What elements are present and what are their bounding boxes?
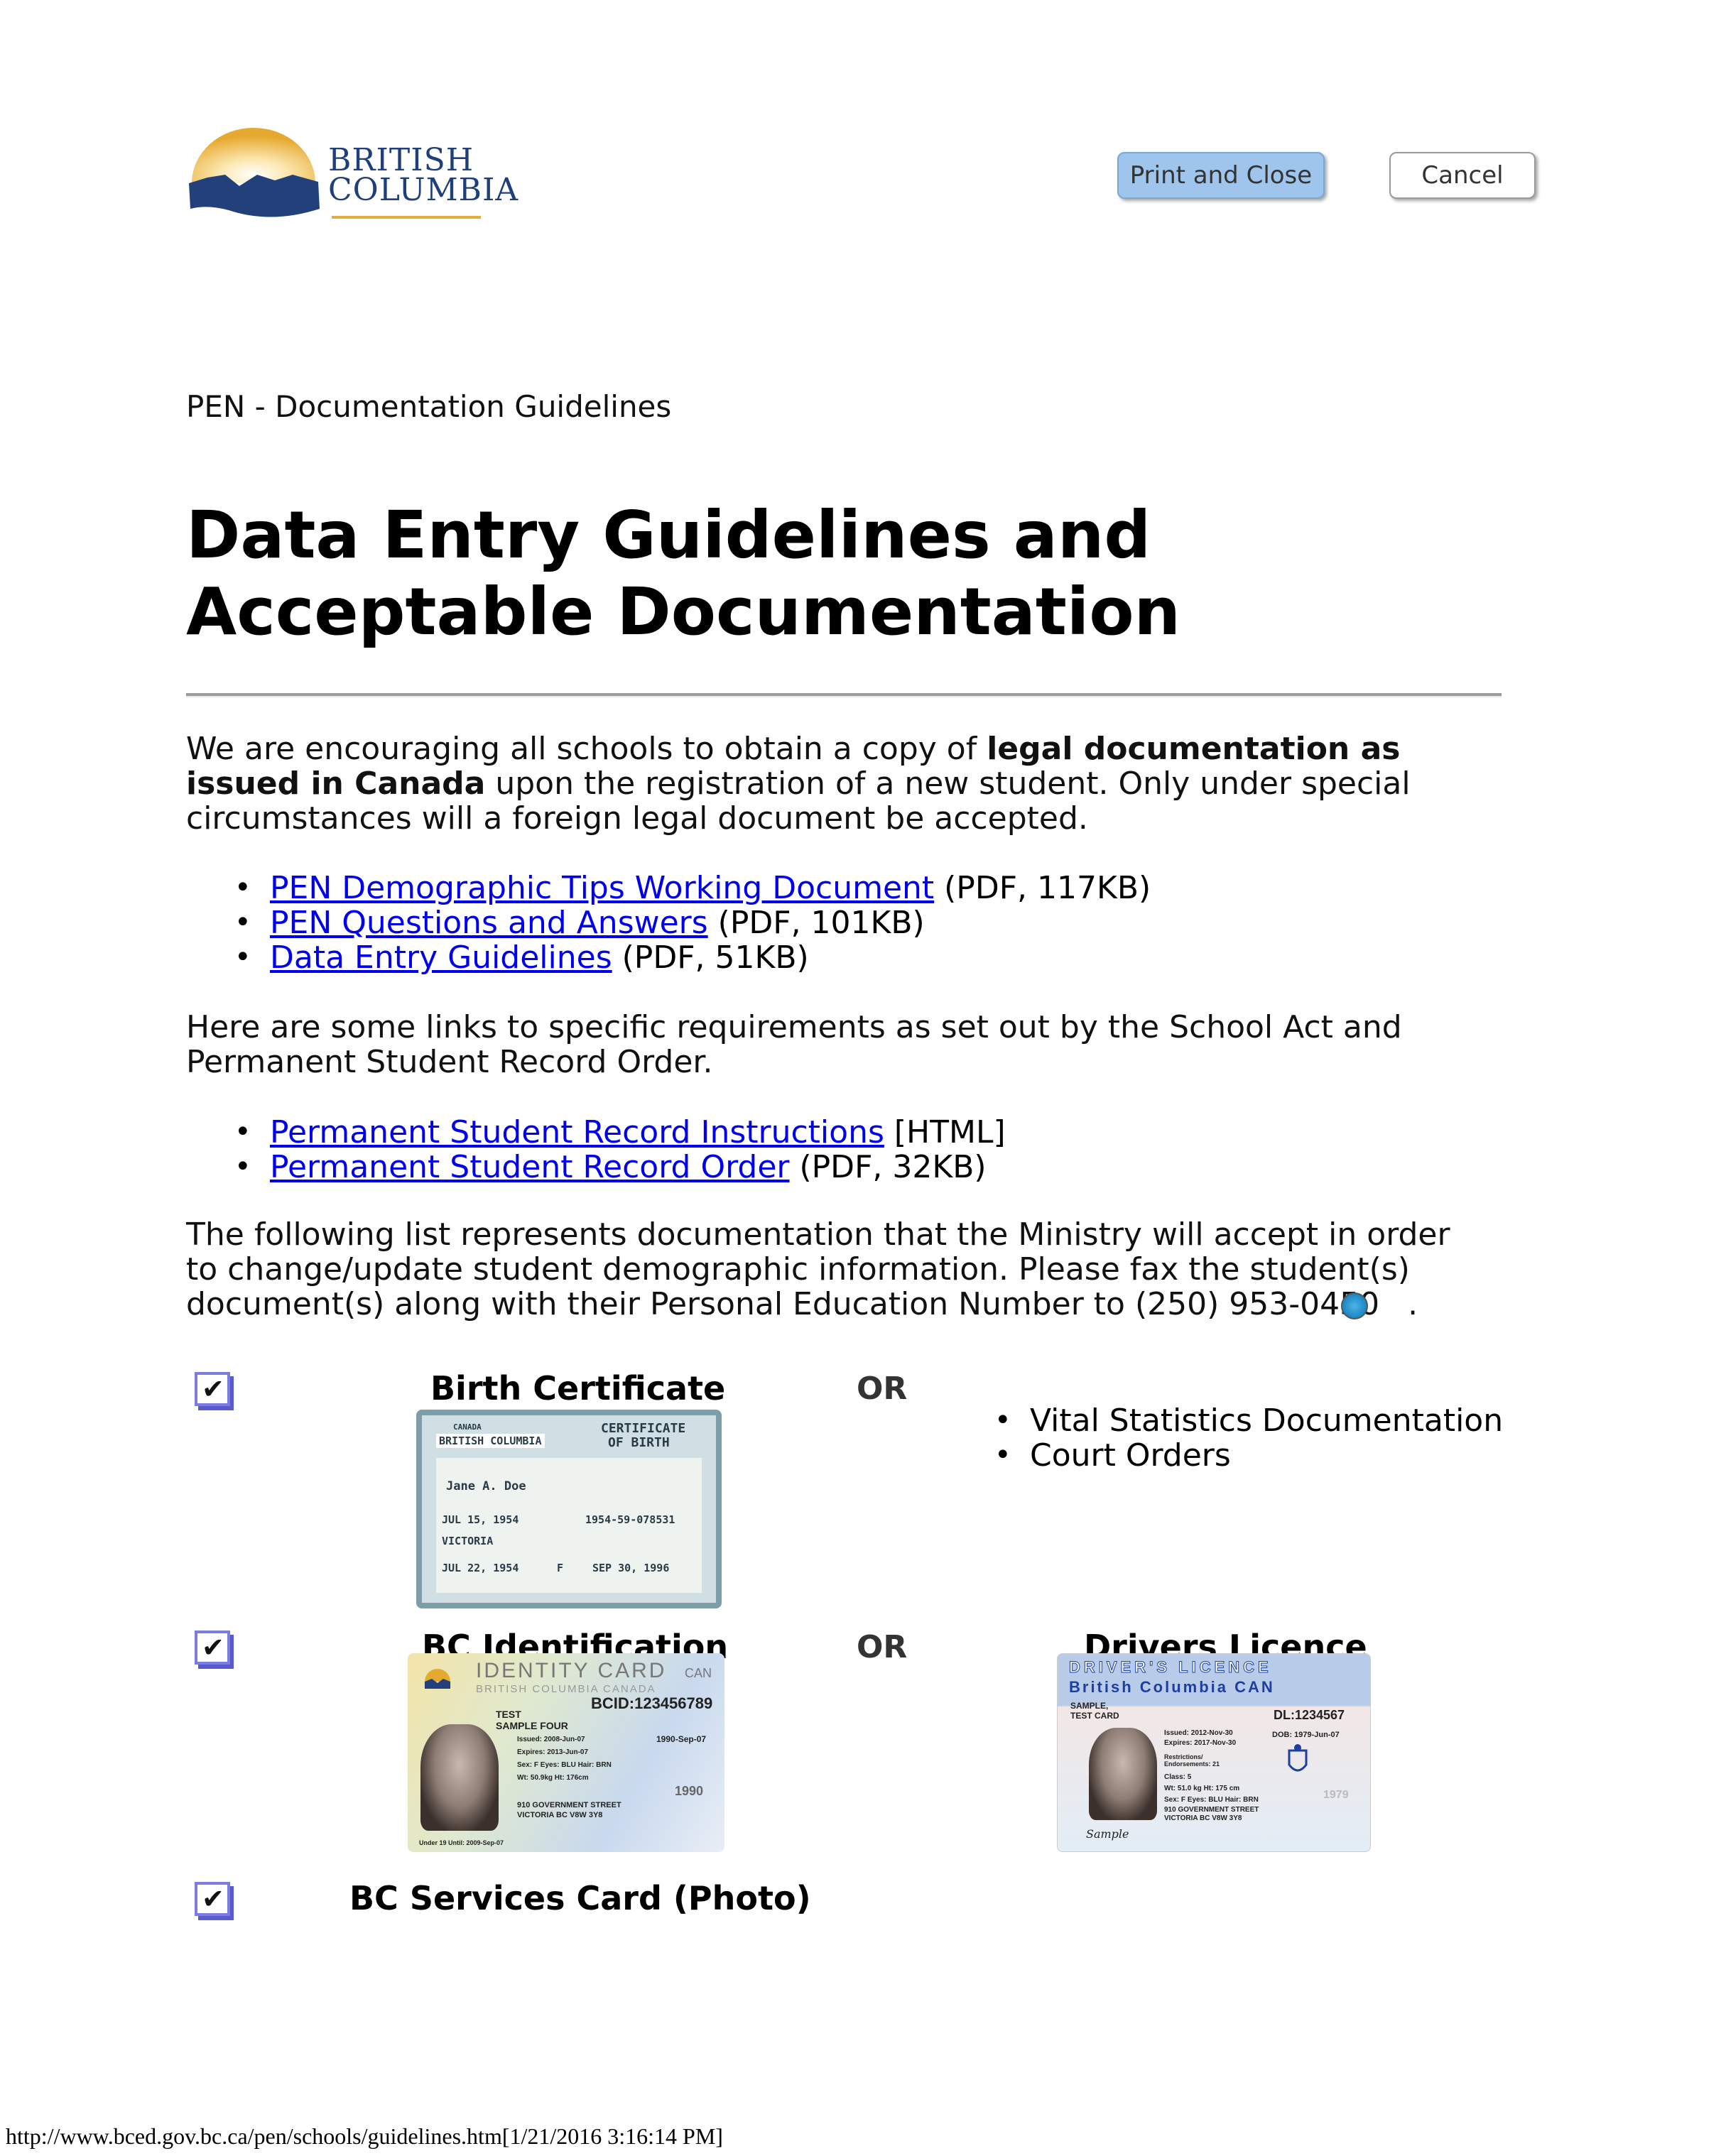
- list-item: Permanent Student Record Instructions [H…: [234, 1115, 1006, 1150]
- card-text: VICTORIA BC V8W 3Y8: [1164, 1814, 1242, 1822]
- data-entry-guidelines-link[interactable]: Data Entry Guidelines: [270, 940, 612, 976]
- pen-questions-answers-link[interactable]: PEN Questions and Answers: [270, 905, 708, 941]
- file-meta: (PDF, 117KB): [934, 870, 1151, 906]
- card-text: Restrictions/ Endorsements: 21: [1164, 1753, 1220, 1768]
- list-item: Court Orders: [994, 1438, 1503, 1473]
- card-text: DL:1234567: [1274, 1708, 1345, 1722]
- or-label: OR: [857, 1629, 908, 1665]
- cardholder-photo: [1089, 1728, 1157, 1820]
- horizontal-divider: [186, 693, 1502, 697]
- card-text: TEST CARD: [1070, 1711, 1119, 1721]
- birth-certificate-label: Birth Certificate: [430, 1369, 726, 1408]
- sunrise-mountain-icon: [189, 128, 320, 217]
- cardholder-photo: [420, 1724, 499, 1831]
- page-title: Data Entry Guidelines and Acceptable Doc…: [186, 497, 1181, 650]
- cert-text: CERTIFICATE: [601, 1421, 686, 1436]
- checkmark-icon: ✔: [202, 1632, 224, 1663]
- card-text: Under 19 Until: 2009-Sep-07: [419, 1839, 504, 1846]
- cert-text: BRITISH COLUMBIA: [436, 1434, 545, 1448]
- cert-text: VICTORIA: [442, 1535, 494, 1547]
- psr-order-link[interactable]: Permanent Student Record Order: [270, 1149, 790, 1185]
- fax-text: The following list represents documentat…: [186, 1216, 1450, 1322]
- card-text: 1990-Sep-07: [656, 1734, 707, 1744]
- cert-text: OF BIRTH: [608, 1435, 670, 1450]
- bc-services-card-label: BC Services Card (Photo): [349, 1879, 811, 1917]
- print-and-close-button[interactable]: Print and Close: [1117, 152, 1325, 199]
- bc-id-card-image: IDENTITY CARD CAN BRITISH COLUMBIA CANAD…: [408, 1653, 724, 1852]
- fax-text-end: .: [1408, 1286, 1418, 1322]
- cert-text: SEP 30, 1996: [592, 1562, 670, 1574]
- page-footer-url: http://www.bced.gov.bc.ca/pen/schools/gu…: [6, 2123, 723, 2149]
- card-text: Expires: 2017-Nov-30: [1164, 1739, 1237, 1747]
- intro-paragraph: We are encouraging all schools to obtain…: [186, 731, 1521, 836]
- resources-list: PEN Demographic Tips Working Document (P…: [234, 871, 1151, 975]
- requirements-list: Permanent Student Record Instructions [H…: [234, 1115, 1006, 1185]
- or-label: OR: [857, 1371, 908, 1407]
- bc-logo: BRITISH COLUMBIA: [186, 125, 527, 219]
- card-text: 910 GOVERNMENT STREET: [517, 1801, 621, 1809]
- cert-text: JUL 22, 1954: [442, 1562, 519, 1574]
- card-text: 1990: [675, 1784, 704, 1798]
- bc-sun-logo-icon: [425, 1669, 450, 1689]
- card-text: BCID:123456789: [591, 1694, 713, 1712]
- card-text: 1979: [1323, 1789, 1349, 1801]
- card-text: Sex: F Eyes: BLU Hair: BRN: [1164, 1796, 1259, 1804]
- breadcrumb: PEN - Documentation Guidelines: [186, 389, 672, 424]
- card-text: DOB: 1979-Jun-07: [1272, 1731, 1340, 1739]
- cancel-button[interactable]: Cancel: [1389, 152, 1536, 199]
- file-meta: (PDF, 101KB): [707, 905, 925, 941]
- logo-text-columbia: COLUMBIA: [328, 172, 519, 208]
- cert-text: F: [557, 1562, 564, 1574]
- card-text: British Columbia CAN: [1069, 1678, 1275, 1696]
- checkmark-icon: ✔: [202, 1373, 224, 1405]
- bc-services-card-checkbox[interactable]: ✔: [190, 1879, 236, 1922]
- birth-certificate-image: CANADA BRITISH COLUMBIA CERTIFICATE OF B…: [416, 1410, 722, 1608]
- card-text: DRIVER'S LICENCE: [1069, 1658, 1272, 1677]
- list-item: Data Entry Guidelines (PDF, 51KB): [234, 940, 1151, 975]
- card-text: Sex: F Eyes: BLU Hair: BRN: [517, 1761, 612, 1769]
- file-meta: (PDF, 32KB): [789, 1149, 987, 1185]
- requirements-paragraph: Here are some links to specific requirem…: [186, 1009, 1402, 1080]
- list-item: Vital Statistics Documentation: [994, 1403, 1503, 1438]
- psr-instructions-link[interactable]: Permanent Student Record Instructions: [270, 1114, 884, 1150]
- card-text: SAMPLE FOUR: [496, 1720, 568, 1731]
- card-signature: Sample: [1086, 1827, 1129, 1841]
- card-text: SAMPLE,: [1070, 1701, 1109, 1711]
- card-text: Wt: 50.9kg Ht: 176cm: [517, 1774, 589, 1782]
- list-item: Permanent Student Record Order (PDF, 32K…: [234, 1150, 1006, 1185]
- fax-paragraph: The following list represents documentat…: [186, 1217, 1465, 1322]
- cert-text: CANADA: [453, 1422, 482, 1432]
- drivers-licence-image: DRIVER'S LICENCE British Columbia CAN SA…: [1057, 1653, 1371, 1852]
- list-item: PEN Questions and Answers (PDF, 101KB): [234, 905, 1151, 940]
- skype-call-icon[interactable]: [1341, 1292, 1368, 1319]
- bc-identification-checkbox[interactable]: ✔: [190, 1628, 236, 1670]
- card-text: Issued: 2008-Jun-07: [517, 1736, 585, 1743]
- file-meta: [HTML]: [884, 1114, 1006, 1150]
- cert-text: JUL 15, 1954: [442, 1513, 519, 1526]
- card-text: Expires: 2013-Jun-07: [517, 1748, 589, 1756]
- cert-text: 1954-59-078531: [585, 1513, 675, 1526]
- card-text: IDENTITY CARD: [476, 1659, 667, 1682]
- birth-alternatives-list: Vital Statistics Documentation Court Ord…: [994, 1403, 1503, 1473]
- card-text: CAN: [685, 1666, 712, 1680]
- card-text: TEST: [496, 1709, 521, 1720]
- checkmark-icon: ✔: [202, 1883, 224, 1915]
- pen-demographic-tips-link[interactable]: PEN Demographic Tips Working Document: [270, 870, 934, 906]
- card-text: Wt: 51.0 kg Ht: 175 cm: [1164, 1785, 1240, 1792]
- logo-underline: [332, 216, 481, 219]
- cert-text: Jane A. Doe: [446, 1479, 526, 1493]
- birth-certificate-checkbox[interactable]: ✔: [190, 1369, 236, 1412]
- intro-text-start: We are encouraging all schools to obtain…: [186, 731, 987, 767]
- cert-body: Jane A. Doe JUL 15, 1954 1954-59-078531 …: [436, 1458, 702, 1593]
- card-text: 910 GOVERNMENT STREET: [1164, 1806, 1259, 1814]
- card-text: BRITISH COLUMBIA CANADA: [476, 1683, 656, 1695]
- file-meta: (PDF, 51KB): [612, 940, 809, 976]
- card-text: VICTORIA BC V8W 3Y8: [517, 1811, 603, 1819]
- bc-coat-of-arms-icon: [1288, 1744, 1308, 1772]
- card-text: Issued: 2012-Nov-30: [1164, 1729, 1233, 1737]
- card-text: Class: 5: [1164, 1773, 1192, 1781]
- list-item: PEN Demographic Tips Working Document (P…: [234, 871, 1151, 905]
